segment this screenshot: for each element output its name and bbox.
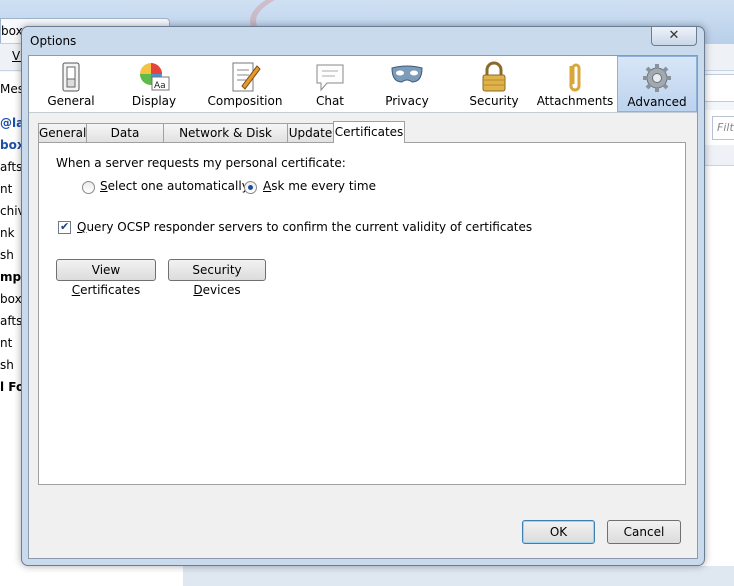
pane-toolbar: General Aa Display Composition Chat Priv… [29,56,697,113]
background-filter-input[interactable]: Filt [712,116,734,140]
pane-display[interactable]: Aa Display [115,56,193,112]
pane-label: Security [469,94,519,108]
pane-general[interactable]: General [33,56,109,112]
background-toolbar-field [700,74,734,102]
pane-chat[interactable]: Chat [295,56,365,112]
accesskey: S [100,179,108,193]
certificates-panel: When a server requests my personal certi… [38,142,686,485]
select-automatically-radio[interactable] [82,181,95,194]
folder-item[interactable]: box [0,292,22,306]
dialog-title: Options [30,34,77,48]
folder-item[interactable]: sh [0,358,14,372]
ocsp-checkbox[interactable] [58,220,71,234]
pane-label: Privacy [385,94,429,108]
folder-item[interactable]: sh [0,248,14,262]
background-statusbar [183,566,734,586]
ask-every-time-radio[interactable] [244,181,257,194]
svg-text:Aa: Aa [154,81,166,91]
pane-label: Attachments [536,94,614,108]
tab-general[interactable]: General [38,123,87,142]
switch-icon [62,62,80,92]
security-devices-button[interactable]: Security Devices [168,259,266,297]
cancel-button[interactable]: Cancel [607,520,681,544]
pane-advanced[interactable]: Advanced [617,56,697,112]
pane-label: Advanced [627,95,687,109]
tab-certificates[interactable]: Certificates [333,121,405,143]
tab-update[interactable]: Update [287,123,334,142]
background-column-header [700,145,734,166]
tab-data-choices[interactable]: Data Choices [86,123,164,158]
folder-item[interactable]: nt [0,336,12,350]
pane-label: Composition [207,94,283,108]
color-wheel-icon: Aa [140,63,170,91]
speech-bubble-icon [316,64,344,92]
ocsp-label[interactable]: Query OCSP responder servers to confirm … [77,220,532,234]
folder-item[interactable]: afts [0,160,22,174]
label-rest: sk me every time [271,179,376,193]
label-rest: uery OCSP responder servers to confirm t… [86,220,533,234]
accesskey: C [71,283,81,297]
options-dialog: Options ✕ General Aa Display Composition… [21,26,705,566]
close-icon: ✕ [668,28,680,43]
pane-security[interactable]: Security [457,56,531,112]
certificate-request-label: When a server requests my personal certi… [56,156,346,170]
label-rest: evices [202,283,241,297]
pane-label: General [47,94,95,108]
dialog-content: General Aa Display Composition Chat Priv… [28,55,698,559]
paperclip-icon [569,63,581,92]
padlock-icon [482,61,506,92]
pane-privacy[interactable]: Privacy [371,56,443,112]
accesskey: A [263,179,272,193]
folder-item[interactable]: afts [0,314,22,328]
mask-icon [391,65,423,83]
pane-label: Chat [315,94,345,108]
gear-icon [643,64,671,92]
view-certificates-button[interactable]: View Certificates [56,259,156,297]
document-pen-icon [232,62,261,92]
select-automatically-label[interactable]: Select one automatically [100,179,249,193]
pane-label: Display [131,94,177,108]
background-tab-label: box [1,24,23,38]
label-rest: ertificates [80,283,141,297]
folder-item[interactable]: nt [0,182,12,196]
folder-item[interactable]: nk [0,226,15,240]
close-button[interactable]: ✕ [651,27,697,46]
accesskey: D [193,283,203,297]
pane-attachments[interactable]: Attachments [533,56,617,112]
ask-every-time-label[interactable]: Ask me every time [263,179,376,193]
ok-button[interactable]: OK [522,520,595,544]
label-rest: elect one automatically [107,179,249,193]
background-message-pane [700,110,734,586]
pane-composition[interactable]: Composition [199,56,291,112]
label-prefix: Security [192,263,242,277]
label-prefix: View [91,263,121,277]
tab-network-disk-space[interactable]: Network & Disk Space [163,123,288,158]
